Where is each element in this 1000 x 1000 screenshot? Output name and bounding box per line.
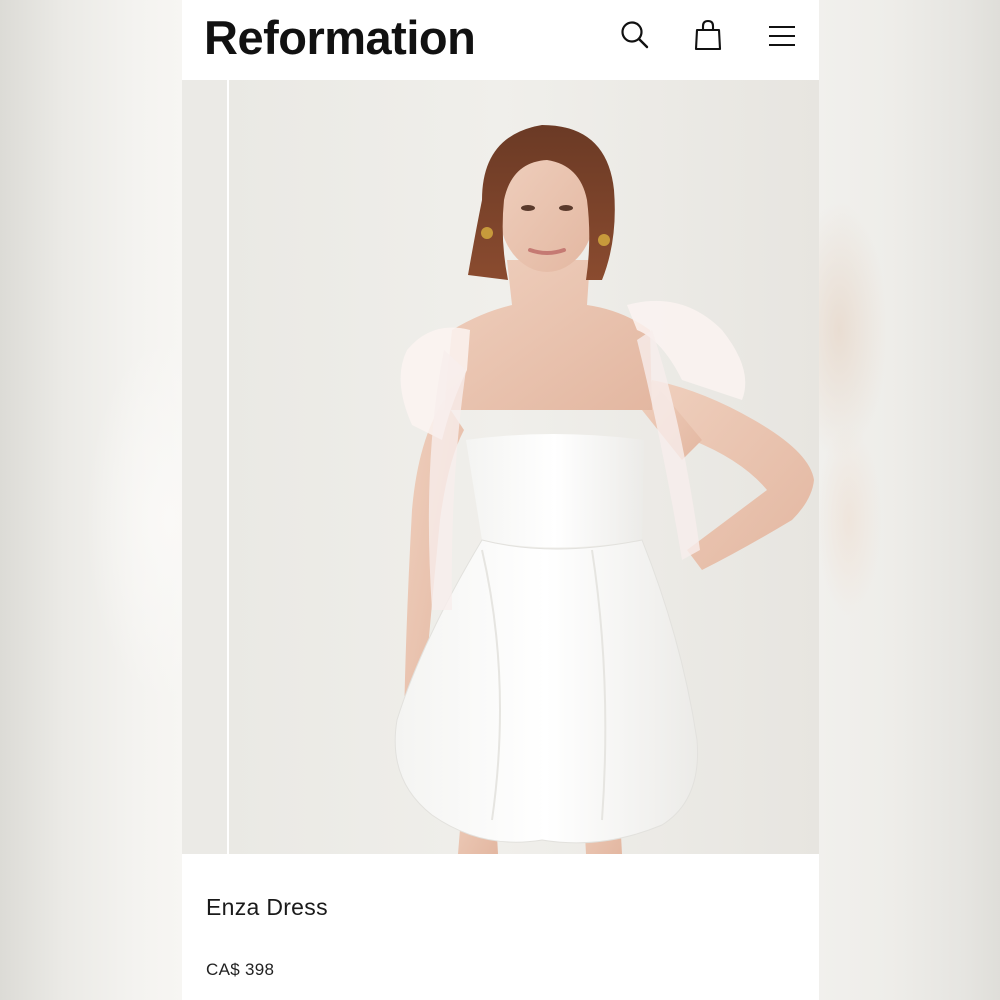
blurred-backdrop-left — [0, 0, 182, 1000]
product-price: CA$ 398 — [206, 960, 275, 979]
blurred-backdrop-right — [819, 0, 1000, 1000]
shopping-bag-icon[interactable] — [691, 18, 725, 52]
site-header: Reformation — [182, 0, 819, 80]
brand-logo[interactable]: Reformation — [204, 10, 476, 66]
product-photo[interactable] — [182, 80, 819, 854]
product-info: Enza Dress CA$ 398 — [182, 854, 819, 1000]
mobile-page: Reformation Enza Dress CA$ 398 — [182, 0, 819, 1000]
menu-icon[interactable] — [765, 18, 799, 52]
search-icon[interactable] — [618, 18, 652, 52]
product-name[interactable]: Enza Dress — [206, 894, 328, 921]
